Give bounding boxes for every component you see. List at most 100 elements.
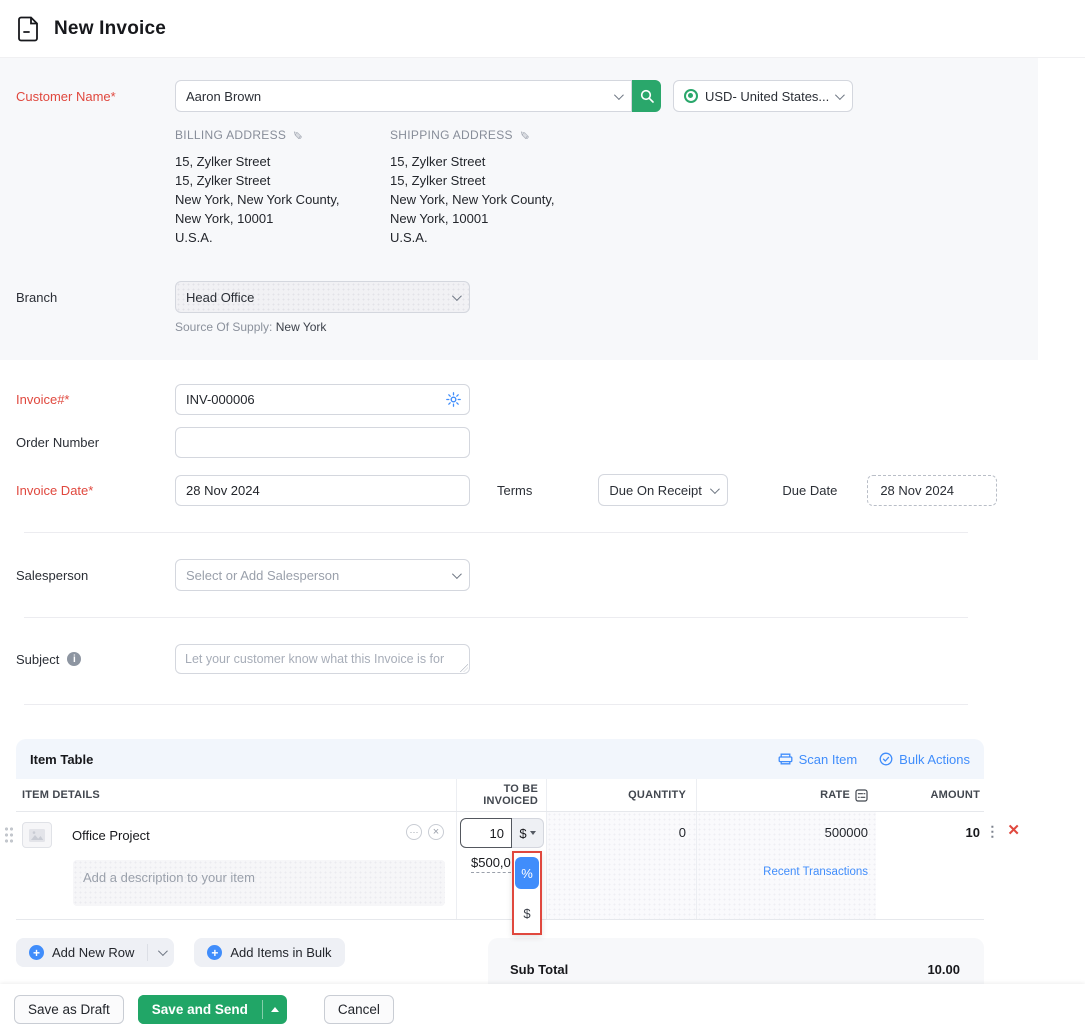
cell-rate[interactable]: 500000 Recent Transactions: [696, 812, 876, 919]
add-row-caret[interactable]: [148, 938, 174, 967]
invoice-number-label: Invoice#*: [16, 392, 175, 407]
terms-select[interactable]: Due On Receipt: [598, 474, 728, 506]
item-image-placeholder[interactable]: [22, 822, 52, 848]
bulk-actions-label: Bulk Actions: [899, 752, 970, 767]
row-menu-icon[interactable]: ⋮: [985, 824, 999, 838]
due-date-label: Due Date: [782, 483, 837, 498]
subject-row: Subject i: [16, 644, 1085, 674]
customer-search-button[interactable]: [632, 80, 661, 112]
invoice-details-section: Invoice#* Order Number Invoice Date* Ter…: [0, 360, 1085, 705]
cell-to-be-invoiced: $ $500,0 % $: [456, 812, 546, 919]
resize-handle-icon[interactable]: [460, 664, 468, 672]
customer-select[interactable]: Aaron Brown: [175, 80, 632, 112]
add-new-row-button[interactable]: + Add New Row: [16, 938, 147, 967]
shipping-line: 15, Zylker Street: [390, 171, 605, 190]
billing-line: 15, Zylker Street: [175, 152, 390, 171]
col-amount: AMOUNT: [876, 789, 984, 801]
footer-bar: Save as Draft Save and Send Cancel: [0, 984, 1085, 1034]
chevron-down-icon: [835, 90, 845, 100]
add-buttons: + Add New Row + Add Items in Bulk: [16, 938, 345, 967]
billing-address: BILLING ADDRESS ✎ 15, Zylker Street 15, …: [175, 128, 390, 247]
scan-item-link[interactable]: Scan Item: [778, 752, 858, 767]
chevron-down-icon: [614, 90, 624, 100]
save-and-send-caret[interactable]: [263, 995, 287, 1024]
save-as-draft-button[interactable]: Save as Draft: [14, 995, 124, 1024]
item-description-input[interactable]: [73, 860, 445, 906]
unit-selected: $: [519, 826, 526, 841]
to-be-invoiced-input[interactable]: [460, 818, 512, 848]
col-rate-label: RATE: [820, 789, 850, 801]
order-number-input[interactable]: [175, 427, 470, 458]
invoice-date-label: Invoice Date*: [16, 483, 175, 498]
section-divider: [24, 532, 968, 533]
item-table-title: Item Table: [30, 752, 93, 767]
add-items-in-bulk-button[interactable]: + Add Items in Bulk: [194, 938, 344, 967]
billing-line: U.S.A.: [175, 228, 390, 247]
branch-select[interactable]: Head Office: [175, 281, 470, 313]
rate-settings-icon[interactable]: [855, 789, 868, 802]
invoice-number-wrap: [175, 384, 470, 415]
cell-quantity[interactable]: 0: [546, 812, 696, 919]
branch-select-value: Head Office: [186, 290, 254, 305]
item-table-card: Item Table Scan Item: [16, 739, 984, 920]
sub-total-row: Sub Total 10.00: [510, 962, 960, 977]
unit-option-percent[interactable]: %: [515, 857, 539, 889]
customer-name-row: Customer Name* Aaron Brown USD- United S…: [16, 80, 1038, 112]
item-table-titlebar: Item Table Scan Item: [16, 739, 984, 779]
col-to-be-invoiced: TO BE INVOICED: [456, 779, 546, 811]
customer-select-value: Aaron Brown: [186, 89, 261, 104]
item-clear-icon[interactable]: ×: [428, 824, 444, 840]
item-more-icon[interactable]: ···: [406, 824, 422, 840]
table-column-headers: ITEM DETAILS TO BE INVOICED QUANTITY RAT…: [16, 779, 984, 812]
new-invoice-page: New Invoice Customer Name* Aaron Brown: [0, 0, 1085, 1034]
customer-name-field: Aaron Brown USD- United States...: [175, 80, 853, 112]
subject-area: [175, 644, 470, 674]
invoice-date-row: Invoice Date* Terms Due On Receipt Due D…: [16, 474, 1085, 506]
invoice-number-input[interactable]: [175, 384, 470, 415]
bulk-actions-link[interactable]: Bulk Actions: [879, 752, 970, 767]
sub-total-label: Sub Total: [510, 962, 568, 977]
salesperson-select[interactable]: Select or Add Salesperson: [175, 559, 470, 591]
shipping-address-label: SHIPPING ADDRESS: [390, 128, 513, 142]
table-row: Office Project ··· × $: [16, 812, 984, 920]
invoice-date-input[interactable]: [175, 475, 470, 506]
delete-row-icon[interactable]: ✕: [1007, 824, 1020, 838]
image-icon: [28, 828, 46, 843]
recent-transactions-link[interactable]: Recent Transactions: [697, 866, 868, 878]
currency-icon: [684, 89, 698, 103]
save-and-send-button[interactable]: Save and Send: [138, 995, 262, 1024]
unit-option-dollar[interactable]: $: [515, 897, 539, 929]
currency-select[interactable]: USD- United States...: [673, 80, 853, 112]
chevron-down-icon: [452, 569, 462, 579]
col-quantity: QUANTITY: [546, 779, 696, 811]
shipping-address: SHIPPING ADDRESS ✎ 15, Zylker Street 15,…: [390, 128, 605, 247]
drag-handle[interactable]: [4, 826, 14, 844]
chevron-down-icon: [158, 946, 168, 956]
currency-select-left: USD- United States...: [684, 89, 829, 104]
invoiced-of-amount: $500,0: [471, 855, 511, 873]
subject-input[interactable]: [175, 644, 470, 674]
section-divider: [24, 617, 968, 618]
source-of-supply-value: New York: [276, 320, 327, 334]
page-header: New Invoice: [0, 0, 1085, 58]
add-new-row-label: Add New Row: [52, 945, 134, 960]
customer-panel: Customer Name* Aaron Brown USD- United S…: [0, 58, 1038, 360]
edit-shipping-icon[interactable]: ✎: [517, 130, 531, 140]
gear-icon[interactable]: [445, 391, 462, 408]
invoice-number-row: Invoice#*: [16, 384, 1085, 415]
cancel-button[interactable]: Cancel: [324, 995, 394, 1024]
billing-address-label: BILLING ADDRESS: [175, 128, 286, 142]
check-circle-icon: [879, 752, 893, 766]
col-rate: RATE: [696, 779, 876, 811]
branch-label: Branch: [16, 290, 175, 305]
rate-value: 500000: [825, 825, 868, 840]
item-name[interactable]: Office Project: [72, 828, 150, 843]
unit-dropdown-button[interactable]: $: [512, 818, 544, 848]
terms-select-value: Due On Receipt: [609, 483, 702, 498]
item-details-top: Office Project: [16, 822, 450, 848]
shipping-line: New York, 10001: [390, 209, 605, 228]
shipping-address-header: SHIPPING ADDRESS ✎: [390, 128, 605, 142]
scan-icon: [778, 752, 793, 766]
edit-billing-icon[interactable]: ✎: [290, 130, 304, 140]
due-date-input[interactable]: 28 Nov 2024: [867, 475, 997, 506]
